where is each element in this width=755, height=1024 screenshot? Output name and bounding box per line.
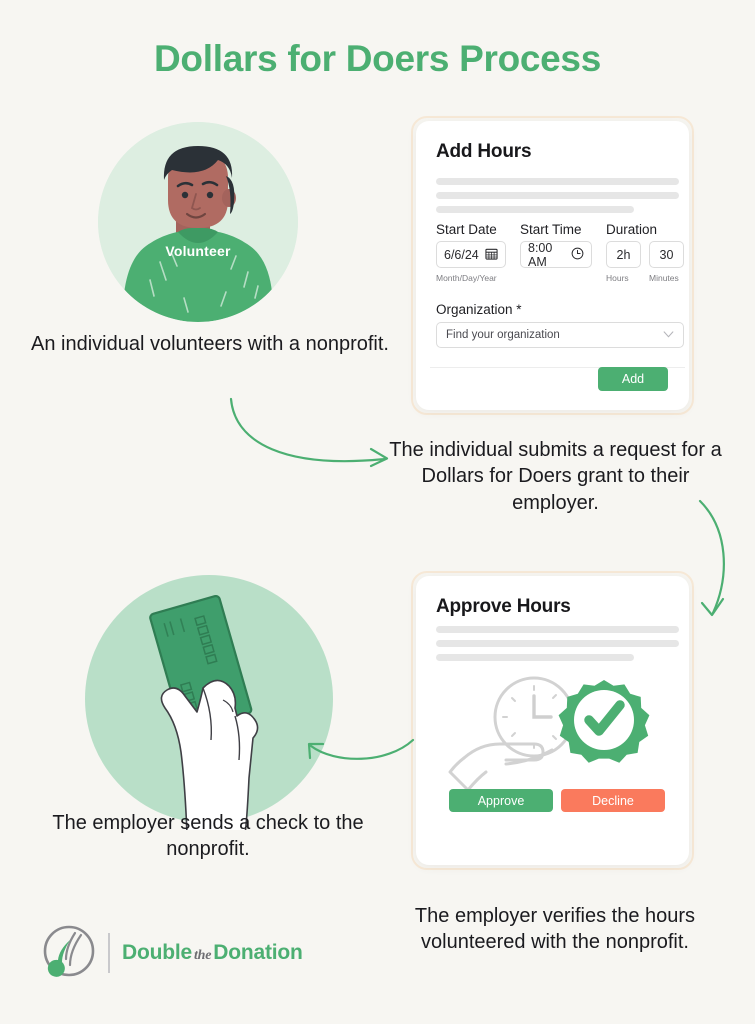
volunteer-shirt-label: Volunteer (165, 243, 231, 259)
duration-minutes-value: 30 (659, 247, 674, 262)
skeleton-line-2 (436, 192, 679, 199)
add-button[interactable]: Add (598, 367, 668, 391)
caption-step-3: The employer sends a check to the nonpro… (52, 812, 364, 861)
calendar-icon[interactable] (485, 247, 498, 263)
logo-mark-icon (42, 924, 96, 983)
approve-hours-card: Approve Hours Approve Decline (411, 571, 694, 870)
volunteer-illustration (98, 122, 298, 322)
duration-hours-sublabel: Hours (606, 273, 629, 283)
approve-hours-card-surface: Approve Hours Approve Decline (416, 576, 689, 865)
organization-label: Organization * (436, 302, 522, 317)
skeleton-line-3 (436, 654, 634, 661)
logo-word-double: Double (122, 941, 192, 964)
page-title: Dollars for Doers Process (154, 38, 601, 79)
logo-wordmark: Double theDonation (122, 941, 303, 965)
add-hours-title: Add Hours (436, 141, 532, 162)
skeleton-line-1 (436, 178, 679, 185)
chevron-down-icon[interactable] (663, 329, 674, 341)
add-hours-card-surface: Add Hours Start Date 6/6/24 Month/Day/Ye… (416, 121, 689, 410)
duration-minutes-input[interactable]: 30 (649, 241, 684, 268)
skeleton-line-2 (436, 640, 679, 647)
caption-step-1: An individual volunteers with a nonprofi… (31, 333, 389, 355)
duration-hours-value: 2h (616, 247, 631, 262)
clock-icon[interactable] (571, 247, 584, 263)
start-date-sublabel: Month/Day/Year (436, 273, 497, 283)
approve-button[interactable]: Approve (449, 789, 553, 812)
caption-step-2: The individual submits a request for a D… (389, 439, 722, 514)
logo-divider (108, 933, 110, 973)
start-time-label: Start Time (520, 222, 582, 237)
start-date-input[interactable]: 6/6/24 (436, 241, 506, 268)
skeleton-line-1 (436, 626, 679, 633)
start-time-input[interactable]: 8:00 AM (520, 240, 592, 269)
start-date-value: 6/6/24 (444, 247, 479, 262)
start-date-label: Start Date (436, 222, 497, 237)
organization-select[interactable]: Find your organization (436, 322, 684, 348)
approval-illustration (446, 672, 671, 797)
duration-label: Duration (606, 222, 658, 237)
skeleton-line-3 (436, 206, 634, 213)
logo-word-donation: Donation (213, 941, 303, 964)
logo-word-the: the (193, 948, 212, 963)
decline-button[interactable]: Decline (561, 789, 665, 812)
brand-logo[interactable]: Double theDonation (42, 920, 312, 986)
infographic-page: Dollars for Doers Process Volunteer Add … (0, 0, 755, 1024)
duration-hours-input[interactable]: 2h (606, 241, 641, 268)
add-hours-card: Add Hours Start Date 6/6/24 Month/Day/Ye… (411, 116, 694, 415)
approve-hours-title: Approve Hours (436, 596, 571, 617)
organization-placeholder: Find your organization (446, 329, 560, 341)
start-time-value: 8:00 AM (528, 240, 553, 269)
money-illustration (85, 570, 345, 830)
caption-step-4: The employer verifies the hours voluntee… (414, 905, 696, 954)
duration-minutes-sublabel: Minutes (649, 273, 679, 283)
